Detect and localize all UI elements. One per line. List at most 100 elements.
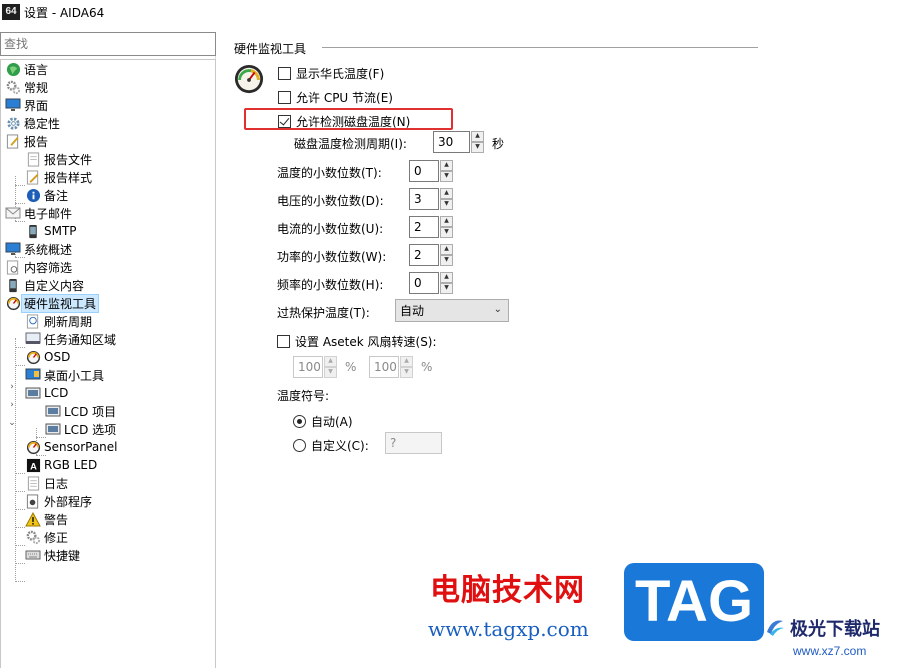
temp-symbol-custom-option[interactable]: 自定义(C):: [293, 437, 369, 454]
tree-item-external-program[interactable]: 外部程序: [25, 492, 92, 510]
temp-decimals-input[interactable]: 0: [409, 160, 439, 182]
spin-up-icon[interactable]: ▲: [440, 160, 453, 171]
show-fahrenheit-option[interactable]: 显示华氏温度(F): [278, 65, 384, 82]
spin-down-icon[interactable]: ▼: [440, 255, 453, 266]
tree-connector: [15, 338, 16, 580]
tree-item-custom-content[interactable]: 自定义内容: [5, 276, 84, 294]
allow-cpu-throttle-option[interactable]: 允许 CPU 节流(E): [278, 89, 393, 106]
tree-item-language[interactable]: 语言: [5, 60, 48, 78]
temp-symbol-auto-option[interactable]: 自动(A): [293, 413, 353, 430]
expand-desktop-gadget-icon[interactable]: ›: [7, 400, 17, 410]
freq-decimals-spinner[interactable]: 0 ▲ ▼: [409, 272, 453, 294]
tree-item-label: 系统概述: [24, 242, 73, 257]
current-decimals-input[interactable]: 2: [409, 216, 439, 238]
watermark-tag-logo: TAG: [624, 563, 764, 641]
voltage-decimals-arrows[interactable]: ▲ ▼: [440, 188, 453, 210]
app-icon: 64: [2, 4, 20, 20]
current-decimals-arrows[interactable]: ▲ ▼: [440, 216, 453, 238]
spin-up-icon[interactable]: ▲: [400, 356, 413, 367]
seconds-unit: 秒: [492, 135, 504, 152]
svg-text:A: A: [30, 461, 37, 471]
tree-item-smtp[interactable]: SMTP: [25, 222, 77, 240]
temp-decimals-arrows[interactable]: ▲ ▼: [440, 160, 453, 182]
asetek-fan-input-1[interactable]: 100: [293, 356, 323, 378]
search-input[interactable]: [1, 33, 215, 55]
tree-item-label: 界面: [24, 98, 49, 113]
gauge-icon: [25, 439, 41, 455]
temp-symbol-custom-radio[interactable]: [293, 439, 306, 452]
tree-item-lcd[interactable]: LCD: [25, 384, 68, 402]
tree-item-refresh-period[interactable]: 刷新周期: [25, 312, 92, 330]
spin-down-icon[interactable]: ▼: [440, 283, 453, 294]
freq-decimals-arrows[interactable]: ▲ ▼: [440, 272, 453, 294]
power-decimals-text: 功率的小数位数(W):: [277, 250, 387, 264]
asetek-fan-input-2[interactable]: 100: [369, 356, 399, 378]
tree-item-notification-area[interactable]: 任务通知区域: [25, 330, 116, 348]
spin-down-icon[interactable]: ▼: [400, 367, 413, 378]
spin-up-icon[interactable]: ▲: [324, 356, 337, 367]
allow-cpu-throttle-checkbox[interactable]: [278, 91, 291, 104]
tree-item-correction[interactable]: 修正: [25, 528, 68, 546]
tree-item-log[interactable]: 日志: [25, 474, 68, 492]
voltage-decimals-spinner[interactable]: 3 ▲ ▼: [409, 188, 453, 210]
disk-temp-period-input[interactable]: 30: [433, 131, 470, 153]
power-decimals-input[interactable]: 2: [409, 244, 439, 266]
freq-decimals-input[interactable]: 0: [409, 272, 439, 294]
tree-item-sensorpanel[interactable]: SensorPanel: [25, 438, 118, 456]
asetek-fan-arrows-2[interactable]: ▲ ▼: [400, 356, 413, 378]
show-fahrenheit-label: 显示华氏温度(F): [296, 67, 385, 81]
power-decimals-spinner[interactable]: 2 ▲ ▼: [409, 244, 453, 266]
tree-item-stability[interactable]: 稳定性: [5, 114, 60, 132]
spin-down-icon[interactable]: ▼: [440, 171, 453, 182]
spin-up-icon[interactable]: ▲: [471, 131, 484, 142]
asetek-fan-spinner-2[interactable]: 100 ▲ ▼: [369, 356, 413, 378]
tree-item-interface[interactable]: 界面: [5, 96, 48, 114]
spin-up-icon[interactable]: ▲: [440, 244, 453, 255]
tree-item-lcd-items[interactable]: LCD 项目: [45, 402, 116, 420]
spin-down-icon[interactable]: ▼: [440, 199, 453, 210]
percent-text: %: [421, 360, 433, 374]
tree-item-rgb-led[interactable]: A RGB LED: [25, 456, 97, 474]
tree-item-hardware-monitor[interactable]: 硬件监视工具: [5, 293, 100, 313]
tree-item-system-summary[interactable]: 系统概述: [5, 240, 72, 258]
tree-item-hotkeys[interactable]: 快捷键: [25, 546, 80, 564]
tree-connector: [15, 491, 25, 492]
tree-item-content-filter[interactable]: 内容筛选: [5, 258, 72, 276]
spin-up-icon[interactable]: ▲: [440, 272, 453, 283]
tree-item-general[interactable]: 常规: [5, 78, 48, 96]
spin-down-icon[interactable]: ▼: [471, 142, 484, 153]
search-box[interactable]: [0, 32, 216, 56]
collapse-lcd-icon[interactable]: ⌄: [7, 418, 17, 428]
spin-down-icon[interactable]: ▼: [440, 227, 453, 238]
tree-item-warning[interactable]: 警告: [25, 510, 68, 528]
asetek-fan-checkbox[interactable]: [277, 335, 290, 348]
asetek-fan-spinner-1[interactable]: 100 ▲ ▼: [293, 356, 337, 378]
spin-up-icon[interactable]: ▲: [440, 216, 453, 227]
power-decimals-arrows[interactable]: ▲ ▼: [440, 244, 453, 266]
custom-symbol-input[interactable]: ?: [385, 432, 442, 454]
voltage-decimals-input[interactable]: 3: [409, 188, 439, 210]
disk-temp-period-spinner[interactable]: 30 ▲ ▼: [433, 131, 484, 153]
warning-icon: [25, 511, 41, 527]
tree-item-osd[interactable]: OSD: [25, 348, 70, 366]
overheat-select[interactable]: 自动 ⌄: [395, 299, 509, 322]
temp-symbol-auto-radio[interactable]: [293, 415, 306, 428]
disk-temp-period-arrows[interactable]: ▲ ▼: [471, 131, 484, 153]
expand-osd-icon[interactable]: ›: [7, 382, 17, 392]
tree-item-report[interactable]: 报告: [5, 132, 48, 150]
temp-decimals-spinner[interactable]: 0 ▲ ▼: [409, 160, 453, 182]
tree-item-report-style[interactable]: 报告样式: [25, 168, 92, 186]
tree-item-email[interactable]: 电子邮件: [5, 204, 72, 222]
tree-item-report-file[interactable]: 报告文件: [25, 150, 92, 168]
tree-item-notes[interactable]: 备注: [25, 186, 68, 204]
current-decimals-spinner[interactable]: 2 ▲ ▼: [409, 216, 453, 238]
spin-up-icon[interactable]: ▲: [440, 188, 453, 199]
spin-down-icon[interactable]: ▼: [324, 367, 337, 378]
show-fahrenheit-checkbox[interactable]: [278, 67, 291, 80]
tree-item-lcd-options[interactable]: LCD 选项: [45, 420, 116, 438]
tree-item-label: RGB LED: [44, 458, 98, 472]
asetek-fan-arrows-1[interactable]: ▲ ▼: [324, 356, 337, 378]
tree-item-desktop-gadget[interactable]: 桌面小工具: [25, 366, 104, 384]
asetek-fan-option[interactable]: 设置 Asetek 风扇转速(S):: [277, 333, 437, 350]
tree-connector: [15, 509, 25, 510]
